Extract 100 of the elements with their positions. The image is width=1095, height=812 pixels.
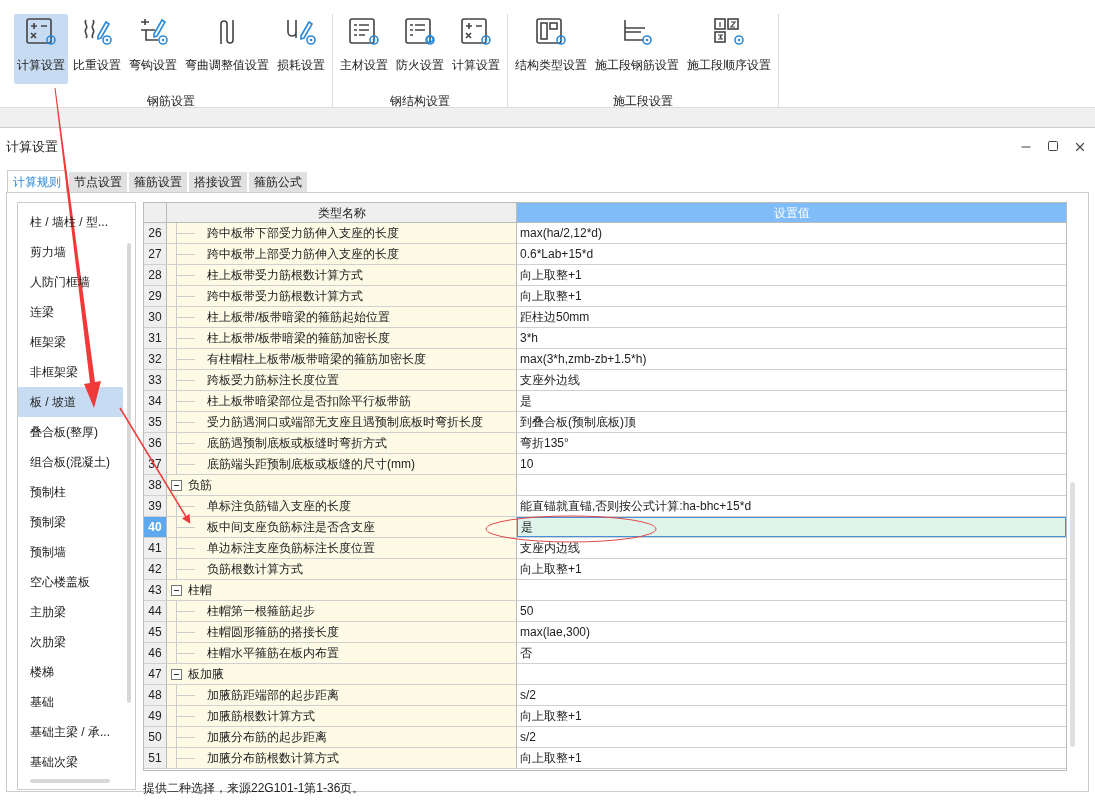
category-item[interactable]: 基础 <box>18 687 123 717</box>
ribbon-button[interactable]: 主材设置 <box>337 14 391 84</box>
row-number: 39 <box>144 496 167 516</box>
row-number: 31 <box>144 328 167 348</box>
column-header: 设置值 <box>517 203 1066 222</box>
category-item[interactable]: 基础主梁 / 承... <box>18 717 123 747</box>
ribbon-button[interactable]: 结构类型设置 <box>512 14 590 84</box>
setting-name: 跨中板带上部受力筋伸入支座的长度 <box>207 246 399 263</box>
ribbon-button[interactable]: 计算设置 <box>14 14 68 84</box>
row-number: 26 <box>144 223 167 243</box>
dialog-title: 计算设置 <box>6 138 58 157</box>
ribbon-button[interactable]: 弯钩设置 <box>126 14 180 84</box>
group-label: 施工段设置 <box>613 93 673 110</box>
setting-name: 柱上板带/板带暗梁的箍筋加密长度 <box>207 330 391 347</box>
setting-name: 柱帽圆形箍筋的搭接长度 <box>207 624 339 641</box>
group-name: 负筋 <box>188 477 212 494</box>
setting-name: 单标注负筋锚入支座的长度 <box>207 498 351 515</box>
row-number: 40 <box>144 517 167 537</box>
setting-name: 受力筋遇洞口或端部无支座且遇预制底板时弯折长度 <box>207 414 483 431</box>
collapse-icon[interactable] <box>171 479 182 491</box>
row-number: 38 <box>144 475 167 495</box>
setting-name: 跨中板带受力筋根数计算方式 <box>207 288 363 305</box>
tab[interactable]: 箍筋公式 <box>249 172 307 192</box>
ribbon-button[interactable]: 计算设置 <box>449 14 503 84</box>
group-name: 板加腋 <box>188 666 224 683</box>
group-name: 柱帽 <box>188 582 212 599</box>
setting-name: 有柱帽柱上板带/板带暗梁的箍筋加密长度 <box>207 351 427 368</box>
row-number: 28 <box>144 265 167 285</box>
layout-gear-icon <box>534 16 568 48</box>
row-number: 46 <box>144 643 167 663</box>
row-number: 33 <box>144 370 167 390</box>
row-number: 41 <box>144 538 167 558</box>
scrollbar[interactable] <box>1070 482 1075 747</box>
tab[interactable]: 计算规则 <box>7 170 67 192</box>
setting-name: 跨中板带下部受力筋伸入支座的长度 <box>207 225 399 242</box>
numbered-grid-icon <box>712 16 746 48</box>
collapse-icon[interactable] <box>171 668 182 680</box>
row-number: 32 <box>144 349 167 369</box>
close-icon[interactable] <box>1073 140 1087 154</box>
row-number: 50 <box>144 727 167 747</box>
category-item[interactable]: 剪力墙 <box>18 237 123 267</box>
group-label: 钢筋设置 <box>147 93 195 110</box>
row-number: 30 <box>144 307 167 327</box>
category-item[interactable]: 主肋梁 <box>18 597 123 627</box>
category-item[interactable]: 空心楼盖板 <box>18 567 123 597</box>
category-item[interactable]: 预制柱 <box>18 477 123 507</box>
setting-name: 加腋筋根数计算方式 <box>207 708 315 725</box>
category-item[interactable]: 次肋梁 <box>18 627 123 657</box>
setting-name: 柱上板带受力筋根数计算方式 <box>207 267 363 284</box>
maximize-icon[interactable] <box>1047 140 1059 152</box>
category-item[interactable]: 连梁 <box>18 297 123 327</box>
collapse-icon[interactable] <box>171 584 182 596</box>
ribbon-button[interactable]: 施工段钢筋设置 <box>592 14 682 84</box>
tab[interactable]: 搭接设置 <box>189 172 247 192</box>
ribbon-button[interactable]: 比重设置 <box>70 14 124 84</box>
row-number: 49 <box>144 706 167 726</box>
setting-name: 柱上板带/板带暗梁的箍筋起始位置 <box>207 309 391 326</box>
setting-name: 加腋分布筋根数计算方式 <box>207 750 339 767</box>
tab[interactable]: 箍筋设置 <box>129 172 187 192</box>
ribbon-button[interactable]: 损耗设置 <box>274 14 328 84</box>
category-item[interactable]: 预制梁 <box>18 507 123 537</box>
row-number: 29 <box>144 286 167 306</box>
row-number: 47 <box>144 664 167 684</box>
scrollbar[interactable] <box>127 243 131 703</box>
row-number: 44 <box>144 601 167 621</box>
setting-name: 负筋根数计算方式 <box>207 561 303 578</box>
setting-name: 底筋端头距预制底板或板缝的尺寸(mm) <box>207 456 415 473</box>
description-text: 提供二种选择，来源22G101-1第1-36页。 <box>143 780 366 797</box>
list-gear-icon <box>347 16 381 48</box>
setting-name: 单边标注支座负筋标注长度位置 <box>207 540 375 557</box>
row-number: 48 <box>144 685 167 705</box>
ribbon-button[interactable]: 防火设置 <box>393 14 447 84</box>
scrollbar[interactable] <box>30 779 110 783</box>
tab[interactable]: 节点设置 <box>69 172 127 192</box>
row-number: 35 <box>144 412 167 432</box>
setting-name: 加腋分布筋的起步距离 <box>207 729 327 746</box>
ribbon-button[interactable]: 弯曲调整值设置 <box>182 14 272 84</box>
category-item[interactable]: 非框架梁 <box>18 357 123 387</box>
category-item[interactable]: 楼梯 <box>18 657 123 687</box>
row-number: 27 <box>144 244 167 264</box>
category-item[interactable]: 预制墙 <box>18 537 123 567</box>
calculator-gear-icon <box>459 16 493 48</box>
setting-name: 底筋遇预制底板或板缝时弯折方式 <box>207 435 387 452</box>
group-label: 钢结构设置 <box>390 93 450 110</box>
category-item[interactable]: 组合板(混凝土) <box>18 447 123 477</box>
ribbon-button[interactable]: 施工段顺序设置 <box>684 14 774 84</box>
row-number: 45 <box>144 622 167 642</box>
row-number: 34 <box>144 391 167 411</box>
category-item[interactable]: 基础次梁 <box>18 747 123 777</box>
category-item[interactable]: 框架梁 <box>18 327 123 357</box>
column-header: 类型名称 <box>167 203 517 222</box>
bent-bar-icon <box>220 19 234 45</box>
setting-name: 柱上板带暗梁部位是否扣除平行板带筋 <box>207 393 411 410</box>
row-number: 43 <box>144 580 167 600</box>
category-item[interactable]: 板 / 坡道 <box>18 387 123 417</box>
category-item[interactable]: 叠合板(整厚) <box>18 417 123 447</box>
row-number: 42 <box>144 559 167 579</box>
row-number: 51 <box>144 748 167 768</box>
calculator-gear-icon <box>24 16 58 48</box>
setting-value[interactable]: 是 <box>517 517 1066 537</box>
